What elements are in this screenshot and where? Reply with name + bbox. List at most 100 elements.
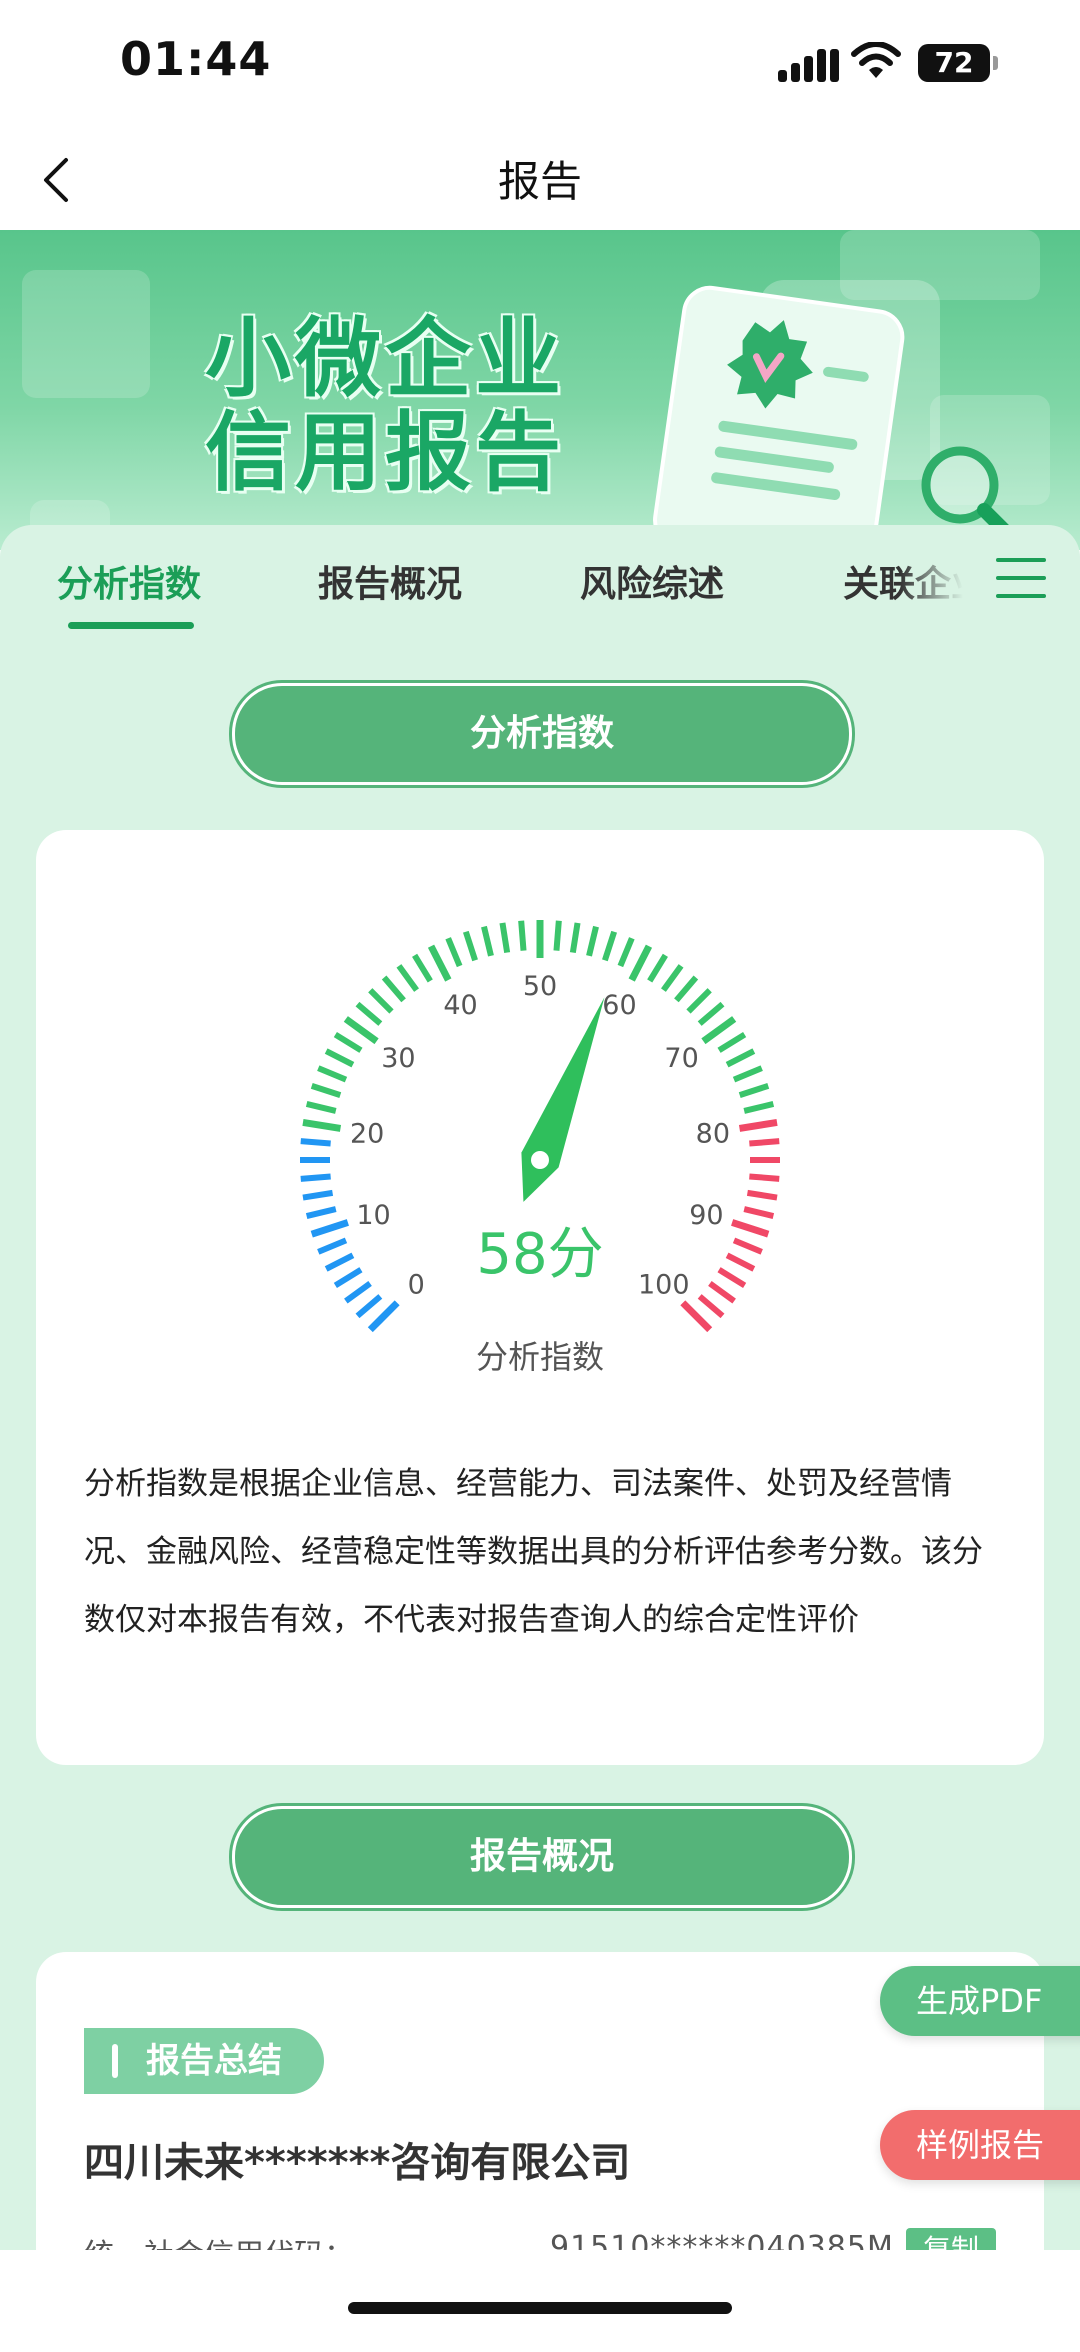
gauge-tick — [569, 922, 581, 954]
gauge-tick — [674, 975, 699, 1003]
gauge-caption: 分析指数 — [476, 1338, 604, 1376]
gauge-tick — [445, 937, 463, 968]
gauge-tick — [647, 953, 668, 983]
gauge-tick — [412, 953, 433, 983]
gauge-tick — [749, 1173, 780, 1182]
gauge-tick — [732, 1237, 763, 1255]
gauge-tick-label: 90 — [689, 1200, 723, 1231]
gauge-tick — [731, 1219, 770, 1238]
analysis-description: 分析指数是根据企业信息、经营能力、司法案件、处罚及经营情况、金融风险、经营稳定性… — [84, 1466, 983, 1638]
gauge-tick — [317, 1065, 348, 1083]
gauge-tick — [738, 1082, 770, 1098]
tab-fade — [900, 555, 990, 625]
tab-analysis-index[interactable]: 分析指数 — [57, 555, 201, 607]
gauge-tick — [661, 964, 684, 992]
gauge-tick-label: 70 — [664, 1043, 698, 1074]
gauge-tick — [725, 1252, 756, 1272]
nav-bar: 报告 — [0, 130, 1080, 230]
tab-report-overview[interactable]: 报告概况 — [318, 555, 462, 607]
gauge-tick — [381, 975, 406, 1003]
gauge-tick — [686, 988, 712, 1014]
gauge-tick — [717, 1267, 747, 1288]
gauge-tick — [324, 1048, 355, 1068]
gauge-tick — [302, 1189, 334, 1201]
gauge-needle — [521, 997, 605, 1202]
gauge-tick — [462, 930, 478, 962]
gauge-tick — [305, 1101, 337, 1114]
gauge-tick-label: 30 — [381, 1043, 415, 1074]
gauge-tick — [602, 930, 618, 962]
gauge-tick — [746, 1189, 778, 1201]
generate-pdf-button[interactable]: 生成PDF — [880, 1966, 1080, 2036]
gauge-tick — [499, 922, 511, 954]
gauge-tick — [743, 1101, 775, 1114]
gauge-tick — [628, 944, 653, 982]
gauge-tick — [310, 1219, 349, 1238]
summary-tag: 报告总结 — [84, 2028, 324, 2094]
gauge-tick-label: 80 — [696, 1119, 730, 1150]
gauge-tick — [355, 1294, 383, 1319]
gauge-tick-label: 0 — [408, 1270, 425, 1301]
gauge-tick — [368, 988, 394, 1014]
gauge-tick — [749, 1138, 780, 1147]
gauge-tick — [427, 944, 452, 982]
menu-icon[interactable] — [996, 556, 1046, 600]
gauge-tick — [697, 1294, 725, 1319]
gauge-needle-hub — [531, 1151, 549, 1169]
summary-tag-bar — [112, 2044, 118, 2078]
banner-title-line2: 信用报告 — [205, 403, 565, 503]
gauge-tick — [617, 937, 635, 968]
gauge-tick-label: 40 — [443, 990, 477, 1021]
gauge-tick — [701, 1016, 737, 1045]
gauge-tick — [697, 1001, 725, 1026]
gauge-tick — [302, 1118, 342, 1132]
active-tab-indicator — [68, 622, 194, 629]
gauge-tick — [586, 925, 599, 957]
section-header-overview[interactable]: 报告概况 — [232, 1806, 852, 1908]
home-indicator — [348, 2302, 732, 2314]
report-banner: 小微企业 信用报告 — [0, 230, 1080, 550]
gauge-tick — [300, 1138, 331, 1147]
score-gauge: 0 10 20 30 40 50 60 70 80 90 100 58分 分析指数 — [300, 920, 780, 1376]
gauge-tick — [518, 920, 527, 951]
gauge-tick-label: 100 — [638, 1270, 690, 1301]
gauge-tick — [396, 964, 419, 992]
wifi-icon — [851, 42, 901, 78]
gauge-tick — [732, 1065, 763, 1083]
company-name: 四川未来*******咨询有限公司 — [84, 2140, 631, 2186]
section-header-analysis[interactable]: 分析指数 — [232, 683, 852, 785]
signal-icon — [778, 49, 839, 82]
gauge-tick — [738, 1118, 778, 1132]
gauge-tick — [717, 1032, 747, 1053]
status-bar: 01:44 72 — [0, 0, 1080, 130]
summary-tag-label: 报告总结 — [146, 2041, 282, 2081]
gauge-tick-label: 50 — [523, 971, 557, 1002]
status-time: 01:44 — [120, 32, 272, 86]
sample-report-button[interactable]: 样例报告 — [880, 2110, 1080, 2180]
gauge-tick-label: 60 — [602, 990, 636, 1021]
gauge-tick — [355, 1001, 383, 1026]
gauge-tick — [743, 1206, 775, 1219]
gauge-tick — [553, 920, 562, 951]
gauge-tick — [324, 1252, 355, 1272]
gauge-tick — [725, 1048, 756, 1068]
gauge-tick — [305, 1206, 337, 1219]
gauge-tick — [481, 925, 494, 957]
gauge-tick — [344, 1281, 372, 1304]
gauge-score: 58分 — [476, 1222, 603, 1287]
gauge-tick — [367, 1300, 400, 1333]
gauge-tick — [300, 1173, 331, 1182]
gauge-tick — [333, 1032, 363, 1053]
battery-indicator: 72 — [918, 44, 998, 82]
gauge-tick — [680, 1300, 713, 1333]
gauge-tick — [310, 1082, 342, 1098]
bottom-safe-area — [0, 2250, 1080, 2337]
gauge-tick — [317, 1237, 348, 1255]
gauge-tick — [343, 1016, 379, 1045]
gauge-tick-label: 10 — [356, 1200, 390, 1231]
gauge-tick — [333, 1267, 363, 1288]
report-document-icon — [653, 280, 1019, 550]
page-title: 报告 — [497, 157, 582, 206]
gauge-tick-label: 20 — [350, 1119, 384, 1150]
tab-risk-summary[interactable]: 风险综述 — [580, 555, 724, 607]
